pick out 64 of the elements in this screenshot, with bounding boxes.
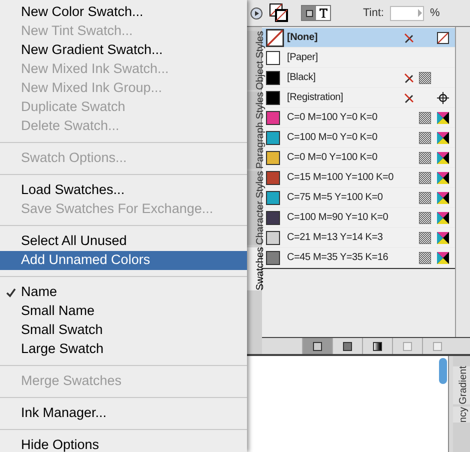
swatch-row[interactable]: C=21 M=13 Y=14 K=3: [262, 228, 455, 247]
fill-stroke-icon[interactable]: [269, 3, 289, 23]
menu-item[interactable]: Small Swatch: [0, 321, 247, 340]
side-tab[interactable]: ncy: [453, 407, 470, 423]
swatch-row[interactable]: C=0 M=0 Y=100 K=0: [262, 148, 455, 167]
checker-icon: [419, 72, 431, 84]
none-swatch-icon: [437, 32, 449, 44]
crossed-pencil-icon: [403, 72, 415, 84]
checker-icon: [419, 172, 431, 184]
swatch-name: C=21 M=13 Y=14 K=3: [287, 231, 384, 245]
menu-item[interactable]: Add Unnamed Colors: [0, 251, 247, 270]
swatch-name: [Paper]: [287, 51, 319, 65]
side-tab[interactable]: Gradient: [453, 366, 470, 404]
cmyk-icon: [437, 172, 449, 184]
checker-icon: [419, 252, 431, 264]
menu-item[interactable]: New Color Swatch...: [0, 3, 247, 22]
cmyk-icon: [437, 132, 449, 144]
none-swatch-icon: [266, 28, 284, 48]
cmyk-icon: [437, 112, 449, 124]
swatch-name: C=75 M=5 Y=100 K=0: [287, 191, 384, 205]
panel-menu-icon[interactable]: [250, 6, 263, 20]
side-tab[interactable]: Swatches: [247, 246, 262, 290]
container-button[interactable]: [302, 6, 316, 20]
text-icon: [318, 8, 328, 18]
checkmark-icon: [6, 288, 16, 298]
swatch-row[interactable]: C=45 M=35 Y=35 K=16: [262, 248, 455, 267]
swatch-row[interactable]: [Registration]: [262, 88, 455, 107]
swatch-name: [Registration]: [287, 91, 344, 105]
scrollbar-thumb[interactable]: [439, 358, 447, 384]
swatch-name: C=0 M=100 Y=0 K=0: [287, 111, 378, 125]
checker-icon: [419, 152, 431, 164]
tint-label: Tint:: [363, 6, 384, 21]
checker-icon: [419, 112, 431, 124]
menu-item[interactable]: Small Name: [0, 302, 247, 321]
menu-item[interactable]: Load Swatches...: [0, 181, 247, 200]
swatch-name: C=100 M=90 Y=10 K=0: [287, 211, 390, 225]
checker-icon: [419, 232, 431, 244]
checker-icon: [419, 192, 431, 204]
menu-item[interactable]: Hide Options: [0, 436, 247, 452]
checker-icon: [419, 132, 431, 144]
swatch-name: C=0 M=0 Y=100 K=0: [287, 151, 378, 165]
text-format-button[interactable]: [316, 6, 330, 20]
crosshair-icon: [437, 92, 449, 104]
menu-item[interactable]: Select All Unused: [0, 232, 247, 251]
menu-item[interactable]: Ink Manager...: [0, 404, 247, 423]
menu-item[interactable]: Name: [0, 283, 247, 302]
crossed-pencil-icon: [403, 92, 415, 104]
swatch-name: C=15 M=100 Y=100 K=0: [287, 171, 394, 185]
crossed-pencil-icon: [403, 32, 415, 44]
swatch-name: [Black]: [287, 71, 317, 85]
menu-item[interactable]: Large Swatch: [0, 340, 247, 359]
cmyk-icon: [437, 252, 449, 264]
swatch-name: C=100 M=0 Y=0 K=0: [287, 131, 378, 145]
percent-label: %: [430, 6, 440, 21]
swatch-name: C=45 M=35 Y=35 K=16: [287, 251, 390, 265]
swatch-name: [None]: [287, 31, 318, 45]
cmyk-icon: [437, 212, 449, 224]
cmyk-icon: [437, 232, 449, 244]
swatch-row[interactable]: C=100 M=90 Y=10 K=0: [262, 208, 455, 227]
cmyk-icon: [437, 192, 449, 204]
tint-field[interactable]: [390, 6, 424, 20]
cmyk-icon: [437, 152, 449, 164]
menu-item[interactable]: New Gradient Swatch...: [0, 41, 247, 60]
checker-icon: [419, 212, 431, 224]
